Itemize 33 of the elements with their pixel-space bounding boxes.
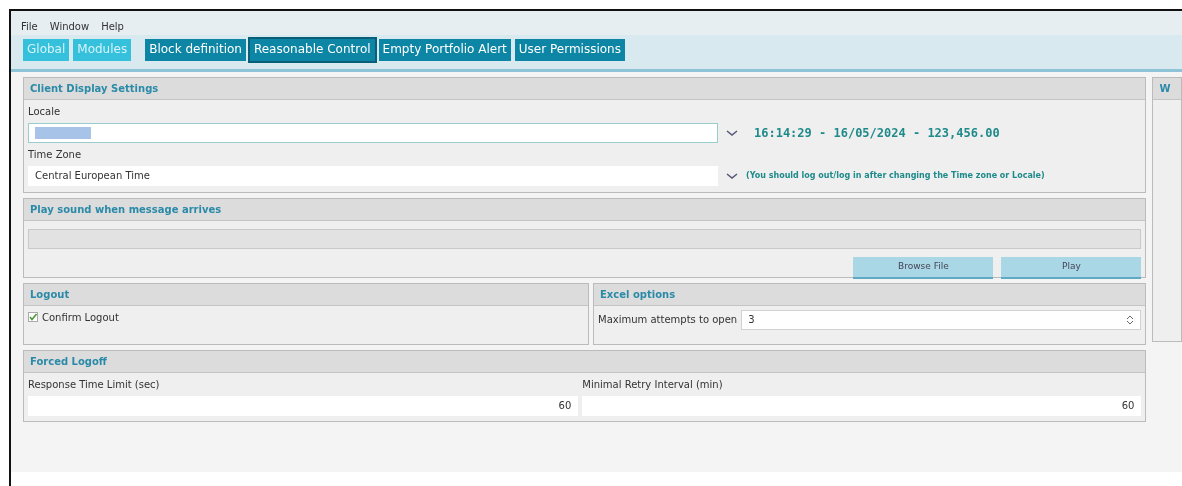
field-label: Locale	[28, 105, 61, 117]
field-label: Minimal Retry Interval (min)	[582, 378, 723, 390]
hint-text: (You should log out/log in after changing the Time zone or Locale)	[746, 169, 1045, 182]
panel-title: Forced Logoff	[24, 350, 1146, 373]
locale-field[interactable]	[28, 122, 718, 143]
browse-button[interactable]: Browse File	[853, 256, 994, 279]
tab[interactable]: User Permissions	[514, 39, 625, 61]
panel-title: W	[1153, 77, 1181, 100]
tab[interactable]: Block definition	[145, 39, 246, 61]
panel-title: Logout	[24, 283, 588, 306]
chevron-down-icon[interactable]	[726, 171, 738, 180]
play-button[interactable]: Play	[1001, 256, 1142, 279]
tab[interactable]: Reasonable Control	[249, 39, 375, 61]
panel-title: Excel options	[594, 283, 1146, 306]
format-preview: 16:14:29 - 16/05/2024 - 123,456.00	[754, 124, 1000, 142]
menu-item[interactable]: File	[21, 19, 38, 35]
checkbox-label: Confirm Logout	[42, 310, 119, 325]
tab[interactable]: Empty Portfolio Alert	[378, 39, 511, 61]
spinner-icon[interactable]	[1126, 313, 1135, 326]
panel-title: Play sound when message arrives	[24, 198, 1146, 221]
number-field[interactable]: 60	[582, 395, 1142, 416]
timezone-dropdown[interactable]: Central European Time	[28, 165, 718, 186]
field-label: Maximum attempts to open	[598, 313, 738, 328]
number-field[interactable]: 60	[28, 395, 579, 416]
chevron-down-icon[interactable]	[726, 128, 738, 137]
field-value: 3	[748, 313, 755, 328]
field-label: Time Zone	[28, 148, 82, 160]
checkbox[interactable]	[28, 312, 38, 323]
panel-title: Client Display Settings	[24, 77, 1146, 100]
field-label: Response Time Limit (sec)	[28, 378, 160, 390]
menu-item[interactable]: Window	[49, 19, 90, 35]
menu-item[interactable]: Help	[101, 19, 124, 35]
file-path-field[interactable]	[28, 228, 1142, 249]
